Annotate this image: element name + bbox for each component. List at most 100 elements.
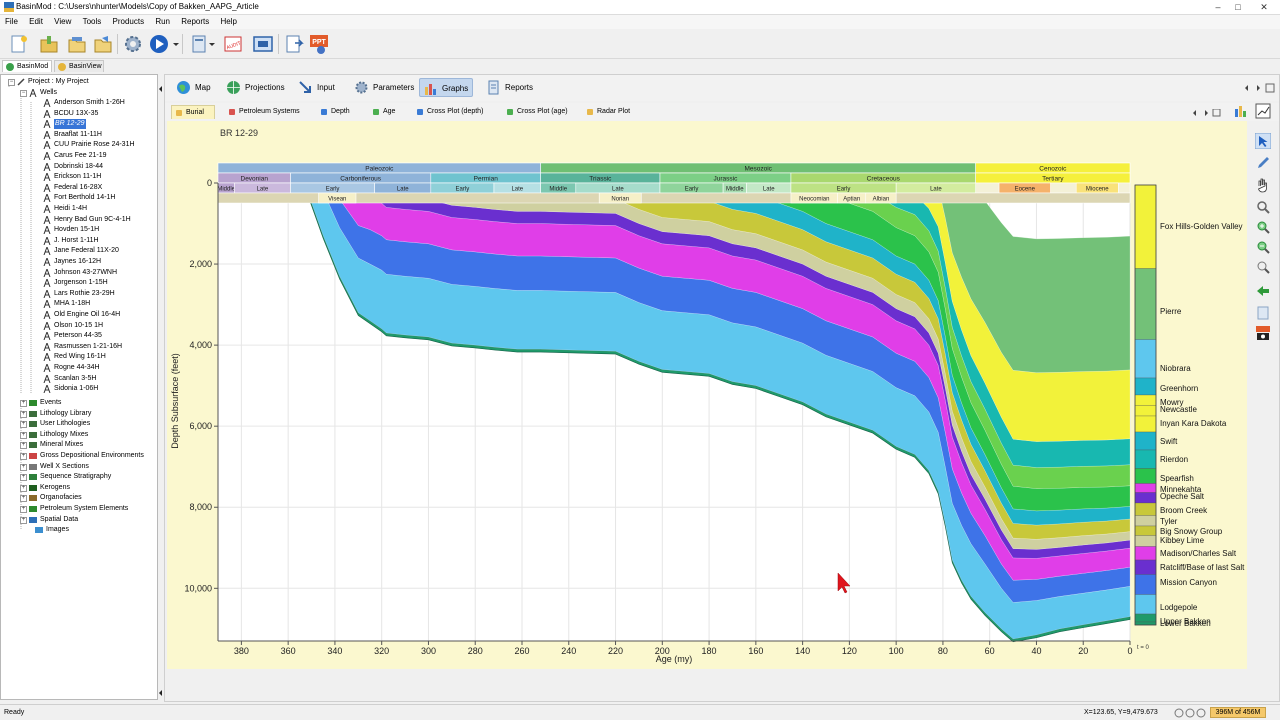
tab-reports[interactable]: Reports xyxy=(483,78,533,97)
tree-well-item[interactable]: Peterson 44-35 xyxy=(1,331,157,341)
burial-history-chart[interactable]: BR 12-29 Paleozoic Mesozoic Cenozoic Devoni… xyxy=(167,121,1247,669)
tree-well-item[interactable]: J. Horst 1-11H xyxy=(1,236,157,246)
tab-basinview[interactable]: BasinView xyxy=(54,60,104,72)
subtab-depth[interactable]: Depth xyxy=(317,105,357,119)
page-icon[interactable] xyxy=(1255,305,1271,321)
chart-type-icon[interactable] xyxy=(1233,103,1249,119)
export-icon[interactable] xyxy=(283,33,305,55)
chevron-down-icon[interactable] xyxy=(172,33,180,55)
subtab-cross-plot-depth[interactable]: Cross Plot (depth) xyxy=(413,105,491,119)
tree-well-item[interactable]: Anderson Smith 1-26H xyxy=(1,98,157,108)
tree-group-item[interactable]: + Kerogens xyxy=(1,483,157,493)
tree-well-item[interactable]: Carus Fee 21-19 xyxy=(1,151,157,161)
maximize-button[interactable]: □ xyxy=(1228,0,1248,14)
tree-group-item[interactable]: + Events xyxy=(1,398,157,408)
zoom-magnifier-icon[interactable] xyxy=(1255,199,1271,215)
pointer-select-icon[interactable] xyxy=(1255,133,1271,149)
close-button[interactable]: ✕ xyxy=(1254,0,1274,14)
back-arrow-icon[interactable] xyxy=(1255,283,1271,299)
tree-group-item[interactable]: + Gross Depositional Environments xyxy=(1,451,157,461)
menu-tools[interactable]: Tools xyxy=(78,15,106,28)
tree-well-item[interactable]: Braaflat 11-11H xyxy=(1,130,157,140)
tab-map[interactable]: Map xyxy=(173,78,217,97)
tree-group-item[interactable]: + User Lithologies xyxy=(1,419,157,429)
tree-wells-node[interactable]: − Wells xyxy=(1,88,157,98)
subtab-radar-plot[interactable]: Radar Plot xyxy=(583,105,635,119)
open-icon[interactable] xyxy=(66,33,88,55)
tree-well-item[interactable]: Hovden 15-1H xyxy=(1,225,157,235)
tree-well-item[interactable]: Heidi 1-4H xyxy=(1,204,157,214)
tab-projections[interactable]: Projections xyxy=(223,78,287,97)
tree-project-node[interactable]: − Project : My Project xyxy=(1,77,157,87)
tab-scroll-arrows[interactable] xyxy=(1243,83,1277,93)
collapse-icon[interactable]: − xyxy=(20,90,27,97)
tree-well-item[interactable]: Sidonia 1-06H xyxy=(1,384,157,394)
menu-reports[interactable]: Reports xyxy=(176,15,213,28)
tree-well-item[interactable]: CUU Prairie Rose 24-31H xyxy=(1,140,157,150)
tree-well-item[interactable]: MHA 1-18H xyxy=(1,299,157,309)
tree-well-item[interactable]: Olson 10-15 1H xyxy=(1,321,157,331)
expand-icon[interactable]: + xyxy=(20,400,27,407)
chart-settings-icon[interactable] xyxy=(1255,103,1271,119)
tree-well-item[interactable]: Johnson 43-27WNH xyxy=(1,268,157,278)
zoom-reset-icon[interactable] xyxy=(1255,259,1271,275)
expand-icon[interactable]: + xyxy=(20,474,27,482)
menu-edit[interactable]: Edit xyxy=(24,15,47,28)
tab-graphs[interactable]: Graphs xyxy=(419,78,473,97)
tree-well-item[interactable]: Rasmussen 1-21-16H xyxy=(1,342,157,352)
expand-icon[interactable]: + xyxy=(20,516,27,524)
menu-help[interactable]: Help xyxy=(216,15,241,28)
expand-icon[interactable]: + xyxy=(20,463,27,471)
subtab-cross-plot-age[interactable]: Cross Plot (age) xyxy=(503,105,573,119)
tree-group-item[interactable]: + Lithology Library xyxy=(1,409,157,419)
tree-group-item[interactable]: Images xyxy=(1,525,157,535)
settings-gear-icon[interactable] xyxy=(122,33,144,55)
expand-icon[interactable]: + xyxy=(20,484,27,492)
tree-well-item[interactable]: Lars Rothie 23-29H xyxy=(1,289,157,299)
tree-group-item[interactable]: + Organofacies xyxy=(1,493,157,503)
menu-file[interactable]: File xyxy=(0,15,22,28)
tree-group-item[interactable]: + Mineral Mixes xyxy=(1,440,157,450)
subtab-age[interactable]: Age xyxy=(369,105,403,119)
tree-well-item[interactable]: Scanlan 3-5H xyxy=(1,374,157,384)
tree-group-item[interactable]: + Sequence Stratigraphy xyxy=(1,472,157,482)
new-document-icon[interactable] xyxy=(8,33,30,55)
expand-icon[interactable]: + xyxy=(20,495,27,503)
tree-well-item[interactable]: BR 12-29 xyxy=(1,119,157,130)
tab-basinmod[interactable]: BasinMod xyxy=(2,60,52,72)
subtab-scroll-arrows[interactable] xyxy=(1191,109,1223,119)
edit-pencil-icon[interactable] xyxy=(1255,155,1271,171)
minimize-button[interactable]: – xyxy=(1208,0,1228,14)
tree-well-item[interactable]: Jaynes 16-12H xyxy=(1,257,157,267)
run-play-icon[interactable] xyxy=(148,33,170,55)
tree-well-item[interactable]: Red Wing 16-1H xyxy=(1,352,157,362)
tree-well-item[interactable]: Fort Berthold 14-1H xyxy=(1,193,157,203)
expand-icon[interactable]: + xyxy=(20,431,27,439)
collapse-icon[interactable]: − xyxy=(8,79,15,86)
tree-well-item[interactable]: Jorgenson 1-15H xyxy=(1,278,157,288)
ppt-camera-icon[interactable] xyxy=(1255,325,1271,341)
tree-group-item[interactable]: + Well X Sections xyxy=(1,462,157,472)
expand-icon[interactable]: + xyxy=(20,453,27,460)
documents-icon[interactable] xyxy=(188,33,210,55)
menu-view[interactable]: View xyxy=(49,15,75,28)
tree-group-item[interactable]: + Lithology Mixes xyxy=(1,430,157,440)
tree-well-item[interactable]: Erickson 11-1H xyxy=(1,172,157,182)
tree-group-item[interactable]: + Petroleum System Elements xyxy=(1,504,157,514)
tab-input[interactable]: Input xyxy=(295,78,339,97)
menu-run[interactable]: Run xyxy=(150,15,174,28)
chevron-down-icon[interactable] xyxy=(208,33,216,55)
zoom-out-icon[interactable] xyxy=(1255,239,1271,255)
expand-icon[interactable]: + xyxy=(20,410,27,418)
menu-products[interactable]: Products xyxy=(108,15,149,28)
tree-well-item[interactable]: Federal 16-28X xyxy=(1,183,157,193)
ppt-export-icon[interactable]: PPT xyxy=(308,33,330,55)
tree-well-item[interactable]: Rogne 44-34H xyxy=(1,363,157,373)
open-folder-icon[interactable] xyxy=(38,33,60,55)
subtab-petroleum-systems[interactable]: Petroleum Systems xyxy=(225,105,305,119)
fit-window-icon[interactable] xyxy=(252,33,274,55)
tree-well-item[interactable]: Old Engine Oil 16-4H xyxy=(1,310,157,320)
expand-icon[interactable]: + xyxy=(20,421,27,429)
subtab-burial[interactable]: Burial xyxy=(171,105,215,119)
tree-well-item[interactable]: BCDU 13X-35 xyxy=(1,109,157,119)
